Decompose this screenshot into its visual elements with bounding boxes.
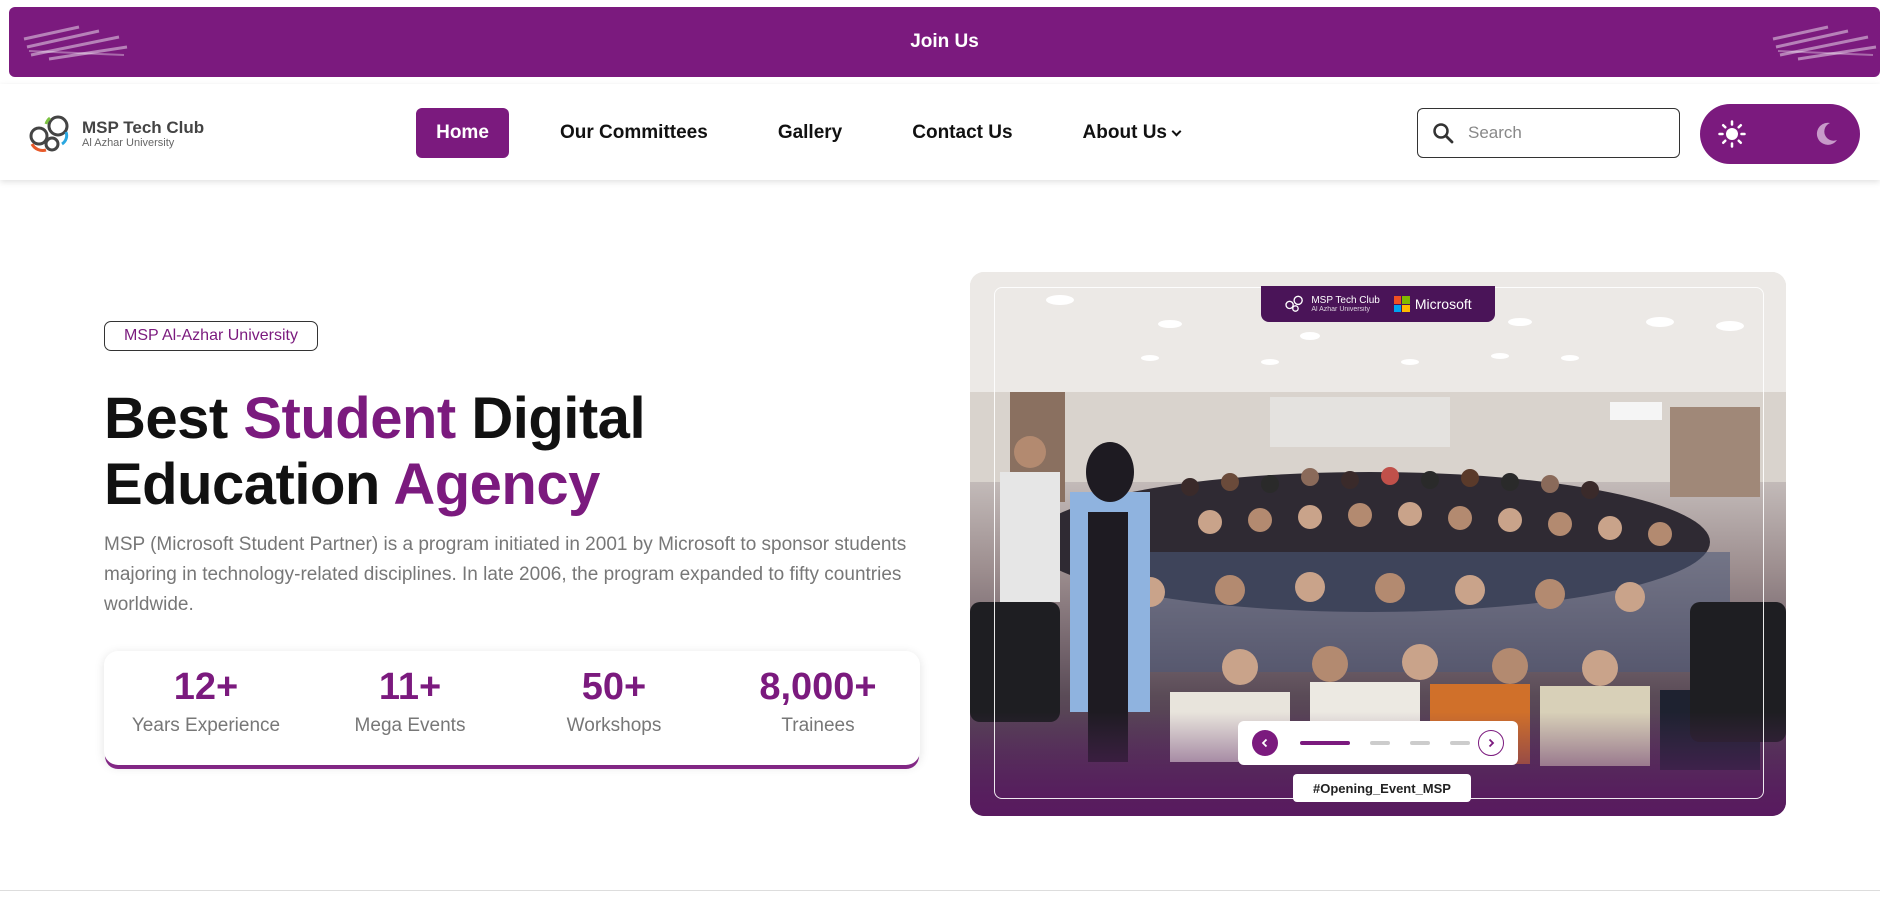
carousel-dot[interactable] — [1450, 741, 1470, 745]
search-icon — [1433, 123, 1454, 144]
logo-subtitle: Al Azhar University — [82, 137, 175, 149]
section-divider — [0, 890, 1880, 891]
chevron-left-icon — [1261, 738, 1268, 748]
carousel-dot[interactable] — [1300, 741, 1350, 745]
stat-label: Trainees — [781, 715, 855, 736]
nav-item-our-committees[interactable]: Our Committees — [560, 108, 708, 158]
photo-brand-msp: MSP Tech Club Al Azhar University — [1284, 295, 1380, 313]
carousel-next-button[interactable] — [1478, 730, 1504, 756]
join-us-label: Join Us — [910, 31, 979, 52]
nav-item-about-us-label: About Us — [1082, 122, 1167, 143]
stat-value: 8,000+ — [759, 666, 877, 708]
photo-brand-microsoft: Microsoft — [1393, 296, 1472, 312]
stats-card: 12+ Years Experience 11+ Mega Events 50+… — [104, 651, 920, 765]
join-us-banner[interactable]: Join Us — [9, 7, 1880, 77]
msp-logo-icon — [29, 115, 69, 152]
logo-title: MSP Tech Club — [82, 118, 205, 137]
stat-label: Workshops — [566, 715, 662, 736]
carousel-prev-button[interactable] — [1252, 730, 1278, 756]
carousel-controls — [1238, 721, 1518, 765]
nav-item-contact-us[interactable]: Contact Us — [912, 108, 1012, 158]
stat-trainees: 8,000+ Trainees — [716, 651, 920, 765]
msp-logo-icon — [1285, 295, 1304, 312]
stat-workshops: 50+ Workshops — [512, 651, 716, 765]
carousel-dots — [1300, 741, 1470, 745]
main-nav: Home Our Committees Gallery Contact Us A… — [416, 108, 1182, 158]
carousel-dot[interactable] — [1370, 741, 1390, 745]
stat-label: Years Experience — [131, 715, 281, 736]
photo-brand-club: MSP Tech Club — [1311, 294, 1380, 306]
nav-item-home[interactable]: Home — [416, 108, 509, 158]
hero-headline: Best Student Digital Education Agency — [104, 386, 646, 518]
chevron-down-icon — [1171, 126, 1182, 136]
carousel-dot[interactable] — [1410, 741, 1430, 745]
photo-brand-club-sub: Al Azhar University — [1311, 305, 1371, 313]
hero-tag: MSP Al-Azhar University — [104, 321, 318, 351]
headline-word: Education — [104, 452, 380, 517]
photo-brand-partner: Microsoft — [1414, 296, 1472, 312]
photo-caption: #Opening_Event_MSP — [1293, 774, 1471, 802]
theme-toggle[interactable] — [1700, 104, 1860, 164]
microsoft-logo-icon — [1393, 296, 1410, 312]
navbar: MSP Tech Club Al Azhar University Home O… — [0, 84, 1880, 180]
stat-value: 11+ — [378, 666, 442, 708]
stat-value: 50+ — [581, 666, 647, 708]
chevron-right-icon — [1488, 738, 1495, 748]
event-photo-card: MSP Tech Club Al Azhar University Micros… — [970, 272, 1786, 816]
stat-years-experience: 12+ Years Experience — [104, 651, 308, 765]
sun-icon[interactable] — [1718, 120, 1746, 148]
headline-accent-word: Agency — [393, 452, 600, 517]
banner-decoration-left — [23, 25, 128, 61]
site-logo[interactable]: MSP Tech Club Al Azhar University — [28, 114, 204, 154]
stat-label: Mega Events — [354, 715, 466, 736]
hero-description: MSP (Microsoft Student Partner) is a pro… — [104, 534, 907, 615]
photo-brand-header: MSP Tech Club Al Azhar University Micros… — [1261, 286, 1495, 322]
search-box[interactable] — [1417, 108, 1680, 158]
headline-accent-word: Student — [243, 386, 456, 451]
banner-decoration-right — [1772, 25, 1877, 61]
stat-value: 12+ — [173, 666, 239, 708]
nav-item-gallery[interactable]: Gallery — [778, 108, 842, 158]
nav-item-about-us[interactable]: About Us — [1082, 108, 1182, 158]
search-input[interactable] — [1468, 123, 1668, 143]
headline-word: Best — [104, 386, 228, 451]
moon-icon[interactable] — [1812, 120, 1840, 148]
headline-word: Digital — [471, 386, 646, 451]
stat-mega-events: 11+ Mega Events — [308, 651, 512, 765]
